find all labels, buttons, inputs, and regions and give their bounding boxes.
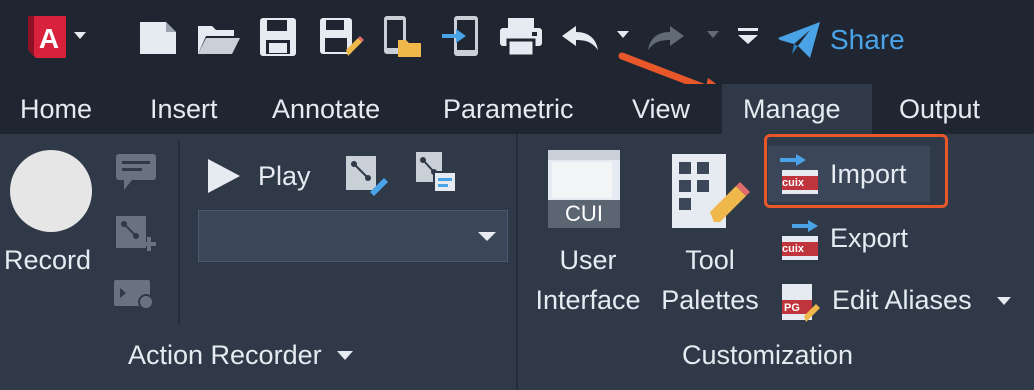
redo-dropdown-icon[interactable] xyxy=(706,30,720,40)
save-as-icon[interactable] xyxy=(318,16,364,60)
panel-separator xyxy=(178,140,180,325)
plot-icon[interactable] xyxy=(498,16,544,58)
action-recorder-title-label: Action Recorder xyxy=(128,340,322,370)
action-recorder-panel-title[interactable]: Action Recorder xyxy=(128,340,354,371)
share-label: Share xyxy=(830,24,905,55)
tool-palettes-label-line2: Palettes xyxy=(661,285,759,315)
insert-message-icon[interactable] xyxy=(114,150,158,194)
insert-base-point-icon[interactable] xyxy=(112,276,158,316)
request-user-input-icon[interactable] xyxy=(112,212,158,258)
share-plane-icon xyxy=(778,22,820,58)
record-label: Record xyxy=(4,245,92,275)
app-logo-letter: A xyxy=(39,23,59,54)
tab-insert[interactable]: Insert xyxy=(150,92,218,126)
new-icon[interactable] xyxy=(138,18,180,58)
share-button[interactable]: Share xyxy=(776,18,905,62)
panel-expand-chevron-icon xyxy=(336,350,353,360)
tab-manage[interactable]: Manage xyxy=(743,92,841,126)
tab-parametric[interactable]: Parametric xyxy=(443,92,574,126)
app-logo-button[interactable]: A xyxy=(22,12,90,62)
play-button[interactable]: Play xyxy=(204,154,311,198)
user-interface-label-line2: Interface xyxy=(535,285,641,315)
tab-view[interactable]: View xyxy=(632,92,690,126)
tab-output[interactable]: Output xyxy=(899,92,980,126)
user-interface-button[interactable]: CUI User Interface xyxy=(526,148,650,320)
dropdown-chevron-icon xyxy=(478,232,496,241)
tab-home[interactable]: Home xyxy=(20,92,92,126)
tool-palettes-button[interactable]: Tool Palettes xyxy=(656,148,764,320)
edit-aliases-dropdown-icon xyxy=(997,297,1011,305)
open-icon[interactable] xyxy=(196,18,242,58)
panel-divider xyxy=(516,134,518,390)
undo-dropdown-icon[interactable] xyxy=(616,30,630,40)
action-tree-icon[interactable] xyxy=(344,152,388,196)
save-icon[interactable] xyxy=(258,16,298,58)
undo-icon[interactable] xyxy=(558,20,602,54)
edit-aliases-pgp-badge: PG xyxy=(784,302,800,314)
export-label: Export xyxy=(830,223,909,253)
edit-aliases-label: Edit Aliases xyxy=(832,285,972,315)
edit-aliases-pgp-icon xyxy=(782,284,820,322)
export-cuix-badge: cuix xyxy=(782,243,805,255)
record-button[interactable]: Record xyxy=(2,148,102,282)
customize-quick-access-icon[interactable] xyxy=(736,26,760,46)
export-cuix-icon xyxy=(782,220,818,260)
customization-panel-title: Customization xyxy=(682,340,854,370)
play-label: Play xyxy=(258,161,311,191)
import-highlight-box xyxy=(764,134,948,208)
user-interface-label-line1: User xyxy=(559,245,617,275)
app-menu-chevron-icon xyxy=(74,32,86,39)
tab-annotate[interactable]: Annotate xyxy=(272,92,380,126)
play-icon xyxy=(208,159,240,193)
action-macro-dropdown[interactable] xyxy=(198,210,508,262)
cui-badge: CUI xyxy=(565,201,603,226)
tool-palettes-icon xyxy=(672,154,750,228)
tool-palettes-label-line1: Tool xyxy=(685,245,735,275)
open-from-web-icon[interactable] xyxy=(380,14,424,60)
action-manager-icon[interactable] xyxy=(414,150,458,196)
quick-access-toolbar: A Share xyxy=(0,0,1034,104)
autocad-logo-icon: A xyxy=(28,16,66,58)
edit-aliases-button[interactable]: PG Edit Aliases xyxy=(768,274,1022,326)
save-to-web-icon[interactable] xyxy=(440,14,484,60)
export-button[interactable]: cuix Export xyxy=(768,212,930,264)
record-circle-icon xyxy=(10,150,92,232)
